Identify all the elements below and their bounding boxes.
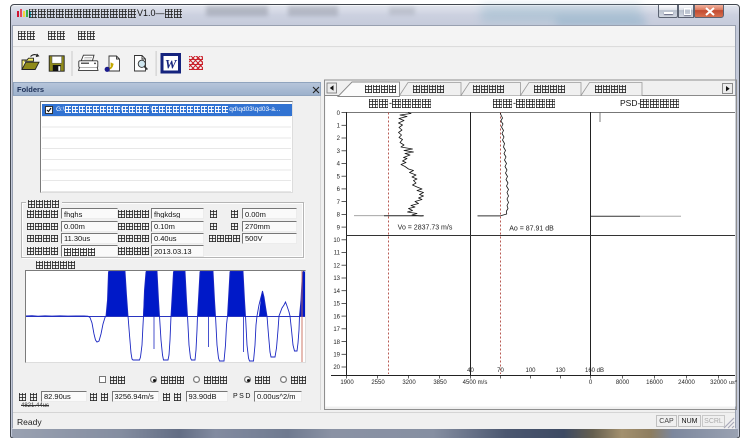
svg-text:32000: 32000: [710, 380, 727, 386]
svg-text:16000: 16000: [646, 380, 663, 386]
svg-text:2550: 2550: [371, 380, 385, 386]
svg-text:13: 13: [333, 276, 340, 282]
svg-text:10: 10: [333, 238, 340, 244]
svg-text:14: 14: [333, 289, 340, 295]
svg-text:16: 16: [333, 314, 340, 320]
svg-text:8000: 8000: [616, 380, 630, 386]
svg-text:15: 15: [333, 302, 340, 308]
svg-text:130: 130: [555, 368, 566, 374]
svg-text:17: 17: [333, 327, 340, 333]
svg-text:24000: 24000: [678, 380, 695, 386]
svg-text:3850: 3850: [433, 380, 447, 386]
svg-text:19: 19: [333, 353, 340, 359]
svg-text:18: 18: [333, 340, 340, 346]
svg-text:160 dB: 160 dB: [585, 368, 604, 374]
svg-text:70: 70: [497, 368, 504, 374]
svg-text:3200: 3200: [402, 380, 416, 386]
svg-text:4500 m/s: 4500 m/s: [463, 380, 488, 386]
svg-text:1900: 1900: [340, 380, 354, 386]
svg-text:11: 11: [334, 251, 341, 257]
svg-text:Ao = 87.91 dB: Ao = 87.91 dB: [509, 226, 554, 233]
svg-text:100: 100: [525, 368, 536, 374]
svg-text:W: W: [165, 57, 178, 72]
svg-text:us^2/m: us^2/m: [729, 380, 737, 386]
svg-text:12: 12: [333, 263, 340, 269]
svg-text:20: 20: [333, 365, 340, 371]
svg-text:Vo = 2837.73 m/s: Vo = 2837.73 m/s: [398, 225, 453, 232]
